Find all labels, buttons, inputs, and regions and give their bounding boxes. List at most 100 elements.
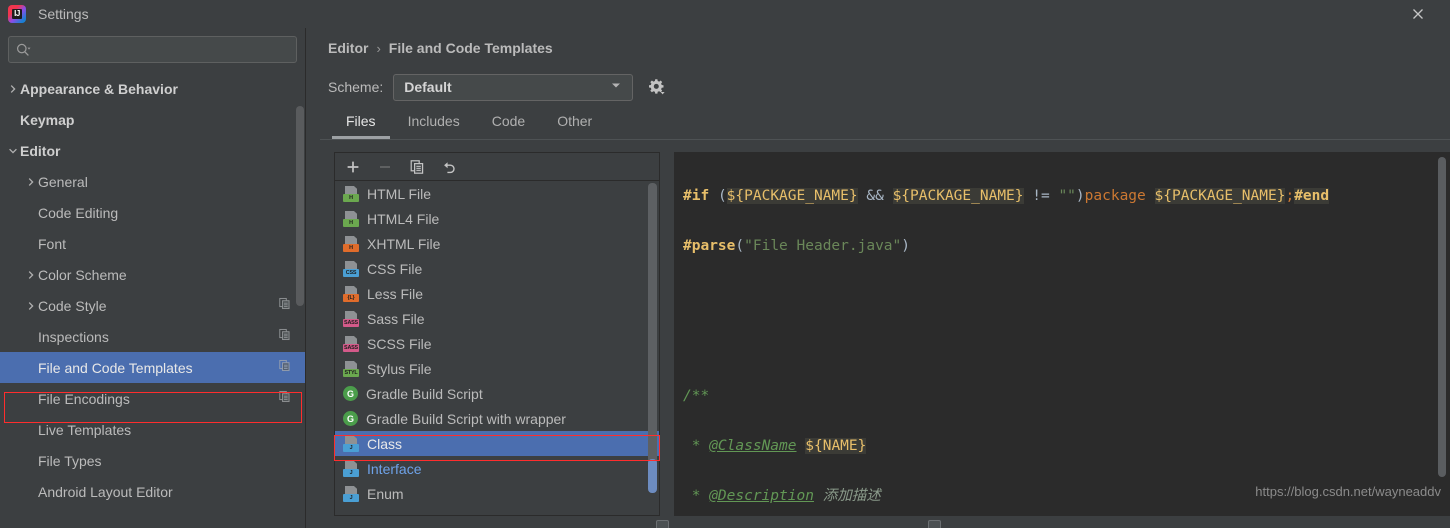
window-title: Settings [38,6,89,22]
code-line-2: #parse("File Header.java") [683,238,910,254]
sidebar-item-file-and-code-templates[interactable]: File and Code Templates [0,352,305,383]
chevron-down-icon [9,148,17,154]
template-list-item[interactable]: H HTML4 File [335,206,659,231]
copy-template-button[interactable] [407,157,427,177]
sidebar-item-code-editing[interactable]: Code Editing [0,197,305,228]
template-editor[interactable]: #if (${PACKAGE_NAME} && ${PACKAGE_NAME} … [674,152,1450,516]
remove-template-button[interactable] [375,157,395,177]
template-list-scrollbar-thumb[interactable] [648,459,657,493]
tab-includes[interactable]: Includes [394,106,474,139]
sidebar-item-label: Inspections [38,328,109,345]
template-list-item[interactable]: J Class [335,431,659,456]
gradle-icon: G [343,411,358,426]
template-list-item[interactable]: J Interface [335,456,659,481]
template-list-item[interactable]: H HTML File [335,181,659,206]
settings-tree: Appearance & Behavior Keymap Editor General… [0,71,305,528]
tab-other[interactable]: Other [543,106,606,139]
code-line-6: * @ClassName ${NAME} [683,438,867,454]
chevron-right-icon[interactable] [24,299,38,313]
template-list-item[interactable]: G Gradle Build Script [335,381,659,406]
sidebar-item-general[interactable]: General [0,166,305,197]
sidebar-item-label: File and Code Templates [38,359,193,376]
chevron-right-icon[interactable] [6,82,20,96]
code-line-5: /** [683,388,710,404]
tab-code[interactable]: Code [478,106,539,139]
sidebar-item-label: Font [38,235,67,252]
sidebar-item-file-types[interactable]: File Types [0,445,305,476]
reformat-checkbox[interactable] [656,520,669,528]
stylus-file-icon: STYL [343,360,359,377]
java-enum-icon: J [343,485,359,502]
template-list-item[interactable]: H XHTML File [335,231,659,256]
template-code[interactable]: #if (${PACKAGE_NAME} && ${PACKAGE_NAME} … [675,153,1449,515]
sidebar-item-android-layout-editor[interactable]: Android Layout Editor [0,476,305,507]
watermark-text: https://blog.csdn.net/wayneaddv [1255,484,1441,499]
editor-options-row [320,516,1450,528]
sidebar-item-label: General [38,173,88,190]
html-file-icon: H [343,185,359,202]
chevron-down-icon [610,78,628,96]
settings-content: Editor › File and Code Templates Scheme:… [306,28,1450,528]
search-input[interactable] [33,42,290,57]
template-list-item[interactable]: CSS CSS File [335,256,659,281]
templates-tabs: Files Includes Code Other [320,106,1450,140]
template-name: SCSS File [367,335,432,352]
copy-settings-icon[interactable] [278,297,291,315]
copy-settings-icon [279,359,290,371]
sidebar-item-code-style[interactable]: Code Style [0,290,305,321]
javadoc-classname-tag: @ClassName [709,438,797,454]
sidebar-item-inspections[interactable]: Inspections [0,321,305,352]
search-box[interactable] [8,36,297,63]
template-list-item[interactable]: SASS Sass File [335,306,659,331]
gradle-icon: G [343,386,358,401]
scheme-select[interactable]: Default [393,73,634,101]
template-list-item[interactable]: J Enum [335,481,659,506]
close-button[interactable] [1398,0,1438,28]
sidebar-item-editor[interactable]: Editor [0,135,305,166]
copy-settings-icon [279,297,290,309]
chevron-right-icon [28,270,34,279]
copy-settings-icon[interactable] [278,390,291,408]
sidebar-item-file-encodings[interactable]: File Encodings [0,383,305,414]
add-template-button[interactable] [343,157,363,177]
template-list[interactable]: H HTML File H HTML4 File H XHTML File CSS CSS F… [334,180,660,516]
scheme-settings-button[interactable] [643,74,669,100]
sidebar-item-color-scheme[interactable]: Color Scheme [0,259,305,290]
template-list-item[interactable]: STYL Stylus File [335,356,659,381]
breadcrumb-parent[interactable]: Editor [328,40,368,56]
chevron-down-icon[interactable] [6,144,20,158]
chevron-right-icon [28,301,34,310]
template-list-scrollbar[interactable] [648,183,657,473]
copy-settings-icon [279,328,290,340]
copy-settings-icon[interactable] [278,328,291,346]
template-name: XHTML File [367,235,441,252]
copy-settings-icon [279,390,290,402]
template-name: Less File [367,285,424,302]
shorten-names-checkbox[interactable] [928,520,941,528]
search-wrapper [0,28,305,71]
sidebar-item-live-templates[interactable]: Live Templates [0,414,305,445]
breadcrumb-current: File and Code Templates [388,40,553,56]
chevron-right-icon[interactable] [24,175,38,189]
tab-files[interactable]: Files [332,106,390,139]
sidebar-item-font[interactable]: Font [0,228,305,259]
logo-text: IJ [12,9,22,19]
sidebar-item-label: Appearance & Behavior [20,80,178,97]
template-list-item[interactable]: SASS SCSS File [335,331,659,356]
template-list-item[interactable]: {L} Less File [335,281,659,306]
sidebar-item-appearance-behavior[interactable]: Appearance & Behavior [0,73,305,104]
sidebar-item-keymap[interactable]: Keymap [0,104,305,135]
sidebar-item-label: File Types [38,452,102,469]
editor-scrollbar[interactable] [1438,157,1446,477]
copy-settings-icon[interactable] [278,359,291,377]
sidebar-scrollbar[interactable] [296,106,304,306]
java-interface-icon: J [343,460,359,477]
reset-template-button[interactable] [439,157,459,177]
chevron-right-icon[interactable] [24,268,38,282]
html4-file-icon: H [343,210,359,227]
template-name: HTML File [367,185,432,202]
template-list-item[interactable]: G Gradle Build Script with wrapper [335,406,659,431]
template-list-toolbar [334,152,660,180]
